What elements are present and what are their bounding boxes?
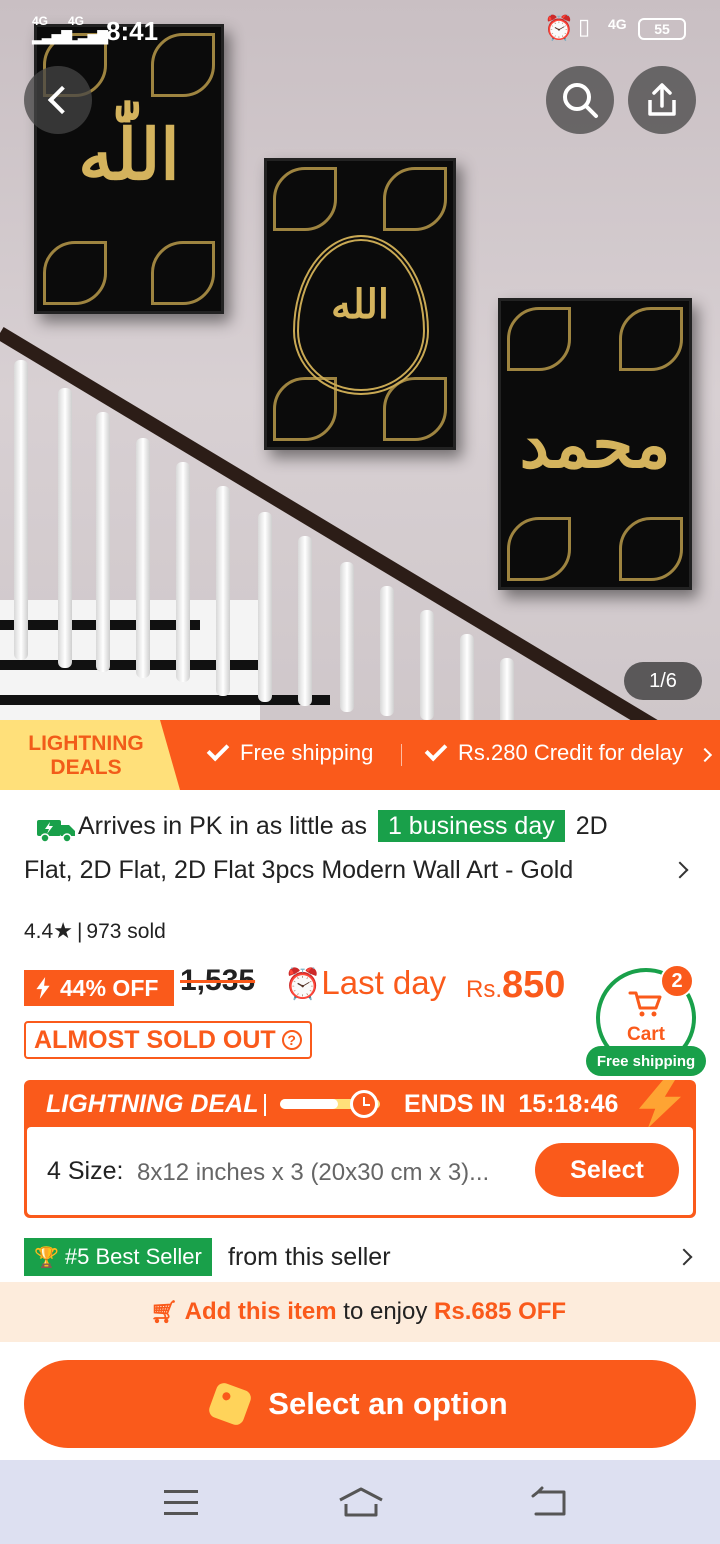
signal-icon-2: ▂▃▅▇ (68, 28, 108, 44)
countdown-timer: 15:18:46 (518, 1090, 619, 1118)
best-seller-badge: 🏆 #5 Best Seller (24, 1238, 212, 1276)
rating-divider: | (76, 920, 83, 943)
add-item-link[interactable]: Add this item (185, 1298, 337, 1325)
share-button[interactable] (628, 66, 696, 134)
sale-price: Rs.850 (466, 964, 565, 1007)
ends-in-label: ENDS IN (404, 1090, 506, 1118)
lightning-deal-progress-fill (280, 1099, 338, 1109)
arrives-prefix: Arrives in PK in as little as (78, 812, 367, 840)
image-counter: 1/6 (624, 662, 702, 700)
star-icon: ★ (53, 918, 73, 943)
back-arrow-icon (47, 85, 77, 115)
lightning-badge-line1: LIGHTNING (28, 732, 144, 755)
lightning-deal-divider (264, 1094, 266, 1116)
stock-warning-label: ALMOST SOLD OUT (34, 1025, 276, 1054)
almost-sold-out-badge[interactable]: ALMOST SOLD OUT ? (24, 1021, 312, 1059)
alarm-icon: ⏰ (544, 15, 574, 42)
best-seller-chevron-icon[interactable] (675, 1248, 693, 1266)
best-seller-label: #5 Best Seller (64, 1244, 202, 1269)
size-selector-row[interactable]: 4 Size: 8x12 inches x 3 (20x30 cm x 3)..… (27, 1127, 693, 1215)
status-bar: 4G ▂▃▅▇ 4G ▂▃▅▇ 8:41 ⏰ ▯ 4G 55 (0, 0, 720, 58)
system-navigation-bar (0, 1460, 720, 1544)
add-item-promo-bar[interactable]: 🛒︎ Add this item to enjoy Rs.685 OFF (0, 1282, 720, 1342)
size-value: 8x12 inches x 3 (20x30 cm x 3)... (137, 1159, 490, 1186)
size-label: 4 Size: (47, 1157, 124, 1185)
add-item-discount: Rs.685 OFF (434, 1298, 567, 1325)
free-shipping-benefit: Free shipping (206, 738, 374, 766)
search-button[interactable] (546, 66, 614, 134)
delay-credit-label: Rs.280 Credit for delay (458, 740, 683, 765)
wall-art-panel-right: محمد (498, 298, 692, 590)
check-icon (206, 738, 230, 762)
sold-count: 973 sold (86, 920, 166, 943)
lightning-deal-title: LIGHTNING DEAL (46, 1090, 259, 1118)
delay-credit-benefit: Rs.280 Credit for delay (424, 738, 683, 766)
lightning-badge-line2: DEALS (50, 756, 122, 779)
help-icon[interactable]: ? (281, 1030, 302, 1050)
alarm-clock-icon: ⏰ (284, 968, 322, 1001)
select-size-button[interactable]: Select (535, 1143, 679, 1197)
product-title[interactable]: Flat, 2D Flat, 2D Flat 3pcs Modern Wall … (24, 856, 629, 885)
select-option-button[interactable]: Select an option (24, 1360, 696, 1448)
title-chevron-icon[interactable] (671, 861, 689, 879)
discount-label: 44% OFF (60, 974, 159, 1001)
benefit-divider (401, 744, 402, 766)
select-option-label: Select an option (268, 1386, 508, 1421)
best-seller-text[interactable]: from this seller (228, 1243, 391, 1272)
signal-icon: ▂▃▅▇ (32, 28, 72, 44)
lightning-bolt-icon (36, 977, 50, 999)
trophy-icon: 🏆 (34, 1246, 59, 1269)
rating-value: 4.4 (24, 920, 54, 943)
deal-benefits-banner[interactable]: LIGHTNING DEALS Free shipping Rs.280 Cre… (0, 720, 720, 790)
battery-level: 55 (654, 21, 670, 37)
deal-countdown: ENDS IN 15:18:46 (404, 1090, 618, 1119)
original-price: 1,535 (180, 964, 256, 997)
home-icon[interactable] (338, 1486, 384, 1518)
cart-label: Cart (626, 1024, 665, 1045)
share-icon (648, 83, 676, 116)
lightning-deal-card: LIGHTNING DEAL ENDS IN 15:18:46 4 Size: … (24, 1080, 696, 1218)
lightning-bolt-decoration-icon (639, 1080, 681, 1128)
cart-add-icon: 🛒︎ (150, 1299, 178, 1324)
lightning-deals-badge: LIGHTNING DEALS (0, 720, 180, 790)
currency-label: Rs. (466, 976, 502, 1003)
back-button[interactable] (24, 66, 92, 134)
menu-icon[interactable] (164, 1490, 198, 1516)
last-day-label: ⏰Last day (284, 964, 446, 1002)
network-label-3: 4G (608, 16, 627, 32)
timer-clock-icon (350, 1090, 378, 1118)
price-value: 850 (502, 964, 566, 1006)
free-shipping-label: Free shipping (240, 740, 374, 765)
last-day-text: Last day (321, 964, 447, 1001)
product-image-gallery[interactable]: اللّٰه الله محمد 4G ▂▃▅▇ 4G ▂▃▅▇ 8:41 ⏰ … (0, 0, 720, 720)
rating-row[interactable]: 4.4★ | 973 sold (24, 918, 166, 944)
battery-icon: 55 (638, 18, 686, 40)
check-icon (424, 738, 448, 762)
wall-art-panel-center: الله (264, 158, 456, 450)
clock: 8:41 (106, 16, 159, 46)
vibrate-icon: ▯ (578, 14, 591, 39)
business-day-pill: 1 business day (377, 810, 565, 842)
network-label: 4G (32, 14, 49, 28)
discount-badge: 44% OFF (24, 970, 174, 1006)
cart-count-badge: 2 (660, 964, 694, 998)
chevron-right-icon (697, 747, 713, 763)
cart-icon (628, 991, 662, 1017)
product-title-start: 2D (575, 812, 608, 840)
back-nav-icon[interactable] (530, 1486, 568, 1518)
delivery-truck-icon (37, 820, 75, 843)
search-icon (563, 83, 598, 118)
network-label-2: 4G (68, 14, 85, 28)
delivery-estimate: Arrives in PK in as little as 1 business… (78, 810, 608, 842)
cart-free-shipping-label: Free shipping (586, 1046, 706, 1076)
add-item-middle: to enjoy (343, 1298, 428, 1325)
price-tag-icon (207, 1380, 254, 1428)
